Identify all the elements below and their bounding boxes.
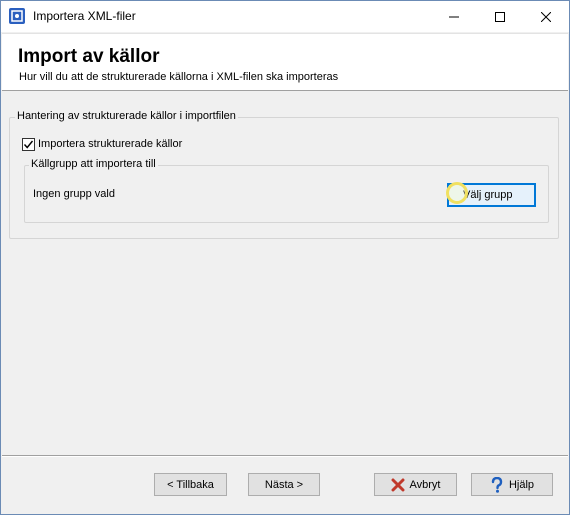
next-label: Nästa > [264,478,304,491]
footer-divider-highlight [2,456,568,457]
selected-group-status: Ingen grupp vald [33,188,115,200]
import-sources-checkbox[interactable] [22,138,35,151]
back-button[interactable]: < Tillbaka [154,473,227,496]
maximize-button[interactable] [477,1,523,32]
wizard-header: Import av källor Hur vill du att de stru… [2,33,568,91]
cancel-x-icon [391,478,404,491]
back-label: < Tillbaka [167,478,214,491]
maximize-icon [495,11,505,22]
close-icon [541,11,551,22]
help-button[interactable]: Hjälp [471,473,553,496]
minimize-icon [449,16,459,17]
source-group-legend: Källgrupp att importera till [29,158,158,170]
page-subtitle: Hur vill du att de strukturerade källorn… [19,71,339,83]
window-title: Importera XML-filer [33,9,136,23]
import-handling-legend: Hantering av strukturerade källor i impo… [15,110,238,122]
app-icon [9,8,25,24]
help-label: Hjälp [508,478,535,491]
question-mark-icon [491,476,503,493]
title-bar[interactable]: Importera XML-filer [1,1,569,32]
page-title: Import av källor [18,46,160,67]
minimize-button[interactable] [431,1,477,32]
select-group-label: Välj grupp [463,189,513,201]
cancel-button[interactable]: Avbryt [374,473,457,496]
checkmark-icon [23,140,34,149]
import-sources-label[interactable]: Importera strukturerade källor [38,138,182,150]
next-button[interactable]: Nästa > [248,473,320,496]
cancel-label: Avbryt [409,478,441,491]
cursor-highlight [446,182,468,204]
dialog-window: Importera XML-filer Import av källor Hur… [0,0,570,515]
close-button[interactable] [523,1,569,32]
